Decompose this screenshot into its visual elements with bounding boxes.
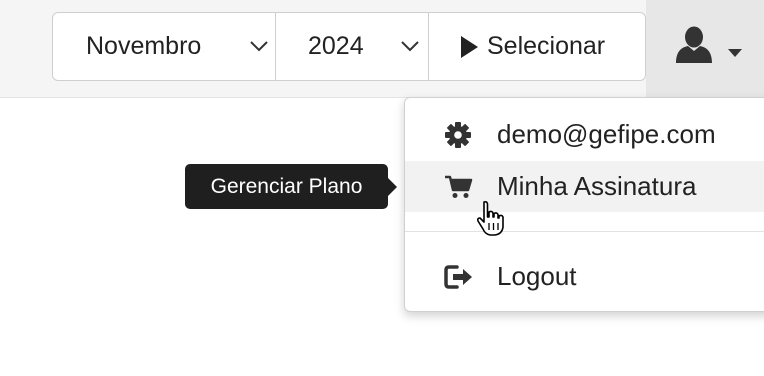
select-button-label: Selecionar [487,32,606,60]
year-select-value: 2024 [308,32,364,60]
play-icon [461,35,478,58]
menu-item-subscription[interactable]: Minha Assinatura [405,161,764,212]
menu-item-logout[interactable]: Logout [405,251,764,302]
menu-item-subscription-label: Minha Assinatura [497,171,697,201]
month-select-value: Novembro [86,32,202,60]
logout-icon [444,265,472,289]
user-icon [676,26,712,63]
caret-down-icon [728,49,742,57]
menu-item-account[interactable]: demo@gefipe.com [405,109,764,160]
user-menu-toggle[interactable] [646,0,764,97]
period-selector: Novembro 2024 Selecionar [52,12,646,81]
chevron-down-icon [401,41,419,52]
select-button[interactable]: Selecionar [428,13,645,80]
top-navbar: Novembro 2024 Selecionar [0,0,764,98]
cart-icon [445,175,473,198]
month-select[interactable]: Novembro [53,13,275,80]
user-dropdown-menu: demo@gefipe.com Minha Assinatura Logout [404,97,764,312]
menu-item-account-label: demo@gefipe.com [497,119,716,149]
gear-icon [445,122,471,148]
menu-item-logout-label: Logout [497,261,577,291]
tooltip-arrow [388,178,397,196]
hand-pointer-cursor-icon [476,200,504,236]
chevron-down-icon [250,41,268,52]
year-select[interactable]: 2024 [275,13,428,80]
tooltip-text: Gerenciar Plano [210,174,363,198]
tooltip: Gerenciar Plano [185,164,397,209]
menu-divider [405,231,764,232]
